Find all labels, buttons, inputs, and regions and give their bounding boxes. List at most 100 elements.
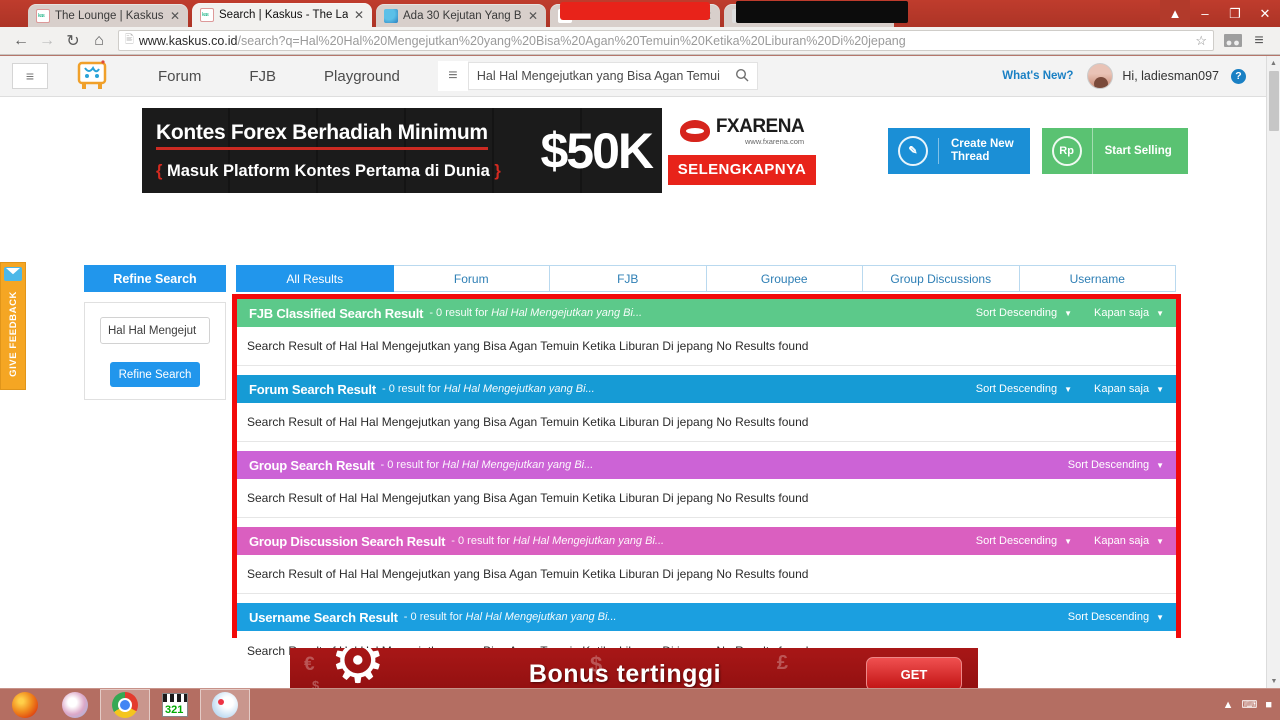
fxarena-brand: FXARENA www.fxarena.com xyxy=(679,117,805,146)
bookmark-star-icon[interactable]: ☆ xyxy=(1189,33,1207,49)
time-filter-dropdown[interactable]: Kapan saja ▼ xyxy=(1094,535,1164,547)
fxarena-brand-panel[interactable]: FXARENA www.fxarena.com SELENGKAPNYA xyxy=(662,108,822,193)
back-icon[interactable]: ← xyxy=(8,28,34,54)
result-subtitle-prefix: - 0 result for xyxy=(381,383,444,395)
taskbar-item-firefox[interactable] xyxy=(0,689,50,720)
result-controls: Sort Descending ▼ Kapan saja ▼ xyxy=(954,535,1164,547)
home-icon[interactable]: ⌂ xyxy=(86,28,112,54)
tab-all-results[interactable]: All Results xyxy=(236,265,394,292)
nav-item-fjb[interactable]: FJB xyxy=(225,68,300,85)
chevron-down-icon: ▼ xyxy=(1156,384,1164,394)
bonus-banner-ad[interactable]: € $ $ Bonus tertinggi £ GET xyxy=(290,648,978,688)
taskbar-item-chrome[interactable] xyxy=(100,688,150,720)
create-thread-label-line1: Create New xyxy=(951,137,1014,150)
tab-close-icon[interactable]: ✕ xyxy=(354,9,366,21)
maximize-button[interactable]: ❐ xyxy=(1220,0,1250,27)
result-subtitle-query: Hal Hal Mengejutkan yang Bi... xyxy=(465,611,617,623)
site-menu-icon[interactable]: ≡ xyxy=(12,63,48,89)
close-button[interactable]: ✕ xyxy=(1250,0,1280,27)
extension-icon[interactable] xyxy=(1220,28,1246,54)
profile-button[interactable]: ▲ xyxy=(1160,0,1190,27)
result-block-group: Group Search Result - 0 result for Hal H… xyxy=(237,451,1176,518)
sort-descending-dropdown[interactable]: Sort Descending ▼ xyxy=(976,383,1072,395)
whats-new-link[interactable]: What's New? xyxy=(1002,70,1073,82)
start-selling-button[interactable]: Rp Start Selling xyxy=(1041,127,1188,174)
result-header: Username Search Result - 0 result for Ha… xyxy=(237,603,1176,631)
tab-close-icon[interactable]: ✕ xyxy=(528,10,540,22)
sort-label: Sort Descending xyxy=(1067,459,1150,471)
avatar[interactable] xyxy=(1087,63,1114,89)
tray-keyboard-icon[interactable]: ⌨ xyxy=(1241,698,1257,711)
taskbar-item-maxthon[interactable] xyxy=(50,689,100,720)
browser-tab-1[interactable]: The Lounge | Kaskus - Th ✕ xyxy=(28,4,188,27)
tab-forum[interactable]: Forum xyxy=(393,265,550,292)
tray-show-hidden-icon[interactable]: ▲ xyxy=(1223,699,1234,711)
sort-descending-dropdown[interactable]: Sort Descending ▼ xyxy=(1068,459,1164,471)
browser-tab-title: Search | Kaskus - The Larg xyxy=(219,9,348,21)
time-filter-dropdown[interactable]: Kapan saja ▼ xyxy=(1094,383,1164,395)
tab-fjb[interactable]: FJB xyxy=(550,265,707,292)
fxarena-cta-button[interactable]: SELENGKAPNYA xyxy=(668,154,816,185)
chevron-down-icon: ▼ xyxy=(1156,536,1164,546)
page-scrollbar[interactable]: ▲ ▼ xyxy=(1266,56,1280,688)
refine-search-tab[interactable]: Refine Search xyxy=(84,265,226,292)
browser-menu-icon[interactable]: ≡ xyxy=(1246,28,1272,54)
refine-keyword-input[interactable]: Hal Hal Mengejut xyxy=(100,317,210,344)
sort-label: Sort Descending xyxy=(975,535,1058,547)
result-block-group-discussion: Group Discussion Search Result - 0 resul… xyxy=(237,527,1176,594)
nav-item-playground[interactable]: Playground xyxy=(300,68,424,85)
chevron-down-icon: ▼ xyxy=(1064,384,1073,394)
kaskus-logo-icon[interactable] xyxy=(72,58,112,94)
user-greeting[interactable]: Hi, ladiesman097 xyxy=(1122,69,1219,83)
chevron-down-icon: ▼ xyxy=(1064,308,1073,318)
page-viewport: ≡ Forum FJB Playground ≡ Hal Hal Mengeju… xyxy=(0,56,1280,688)
forward-icon[interactable]: → xyxy=(34,28,60,54)
scroll-up-icon[interactable]: ▲ xyxy=(1267,56,1280,70)
nav-item-forum[interactable]: Forum xyxy=(134,68,225,85)
taskbar: ▲ ⌨ ■ xyxy=(0,688,1280,720)
taskbar-item-mpc[interactable] xyxy=(150,689,200,720)
window-controls: ▲ – ❐ ✕ xyxy=(1160,0,1280,27)
sort-descending-dropdown[interactable]: Sort Descending ▼ xyxy=(976,535,1072,547)
sort-label: Sort Descending xyxy=(975,383,1058,395)
tab-groupee[interactable]: Groupee xyxy=(706,265,863,292)
refine-submit-button[interactable]: Refine Search xyxy=(110,362,200,387)
browser-tab-3[interactable]: Ada 30 Kejutan Yang Bak ✕ xyxy=(376,4,546,27)
sort-descending-dropdown[interactable]: Sort Descending ▼ xyxy=(976,307,1072,319)
search-category-menu-icon[interactable]: ≡ xyxy=(437,61,468,91)
browser-tab-2[interactable]: Search | Kaskus - The Larg ✕ xyxy=(192,3,372,27)
create-thread-label-line2: Thread xyxy=(951,150,990,163)
result-controls: Sort Descending ▼ Kapan saja ▼ xyxy=(954,383,1164,395)
chevron-down-icon: ▼ xyxy=(1156,460,1164,470)
address-bar[interactable]: 🖹 www.kaskus.co.id /search?q=Hal%20Hal%2… xyxy=(118,30,1214,51)
reload-icon[interactable]: ↻ xyxy=(60,28,86,54)
result-subtitle: - 0 result for Hal Hal Mengejutkan yang … xyxy=(429,307,642,319)
extension-glyph xyxy=(1224,34,1242,47)
time-filter-dropdown[interactable]: Kapan saja ▼ xyxy=(1094,307,1164,319)
search-icon[interactable] xyxy=(735,68,749,85)
fxarena-ad-text: Kontes Forex Berhadiah Minimum { Masuk P… xyxy=(142,121,540,181)
bonus-get-button[interactable]: GET xyxy=(866,657,962,688)
search-input[interactable]: Hal Hal Mengejutkan yang Bisa Agan Temui xyxy=(467,62,758,90)
system-tray: ▲ ⌨ ■ xyxy=(1215,698,1280,712)
fxarena-banner-ad[interactable]: Kontes Forex Berhadiah Minimum { Masuk P… xyxy=(142,108,662,193)
tab-group-discussions[interactable]: Group Discussions xyxy=(863,265,1020,292)
tray-network-icon[interactable]: ■ xyxy=(1265,699,1272,711)
scrollbar-thumb[interactable] xyxy=(1269,71,1279,131)
minimize-button[interactable]: – xyxy=(1190,0,1220,27)
help-icon[interactable]: ? xyxy=(1231,68,1246,84)
sort-descending-dropdown[interactable]: Sort Descending ▼ xyxy=(1068,611,1164,623)
tab-username[interactable]: Username xyxy=(1019,265,1176,292)
site-search: ≡ Hal Hal Mengejutkan yang Bisa Agan Tem… xyxy=(437,61,758,91)
scroll-down-icon[interactable]: ▼ xyxy=(1267,674,1280,688)
kaskus-favicon-icon xyxy=(200,8,214,22)
header-user-area: What's New? Hi, ladiesman097 ? xyxy=(1002,63,1266,89)
tab-close-icon[interactable]: ✕ xyxy=(170,10,182,22)
create-new-thread-button[interactable]: ✎ Create New Thread xyxy=(888,127,1030,174)
dollar-symbol: $ xyxy=(590,652,603,677)
taskbar-item-paint[interactable] xyxy=(200,688,250,720)
result-title: Forum Search Result xyxy=(249,381,376,397)
give-feedback-tab[interactable]: GIVE FEEDBACK xyxy=(0,262,26,390)
result-subtitle: - 0 result for Hal Hal Mengejutkan yang … xyxy=(404,611,617,623)
kaskus-favicon-icon xyxy=(36,8,50,23)
